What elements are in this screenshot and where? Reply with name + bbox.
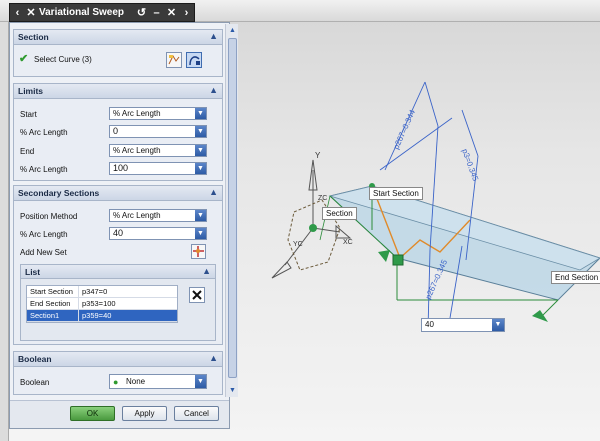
list-subgroup-header[interactable]: List ▲ — [21, 265, 215, 279]
section-label: Section — [322, 207, 357, 220]
boolean-label: Boolean — [20, 378, 50, 387]
list-item-value: p353=100 — [82, 299, 116, 308]
arc-length-onscreen-value: 40 — [425, 320, 434, 329]
boolean-none-icon: ● — [113, 377, 119, 387]
chevron-down-icon[interactable]: ▼ — [195, 228, 206, 239]
secondary-arc-length-input[interactable]: 40 ▼ — [109, 227, 207, 240]
collapse-caret-icon[interactable]: ▲ — [209, 353, 218, 363]
chevron-down-icon[interactable]: ▼ — [195, 108, 206, 119]
end-arc-length-label: % Arc Length — [20, 165, 68, 174]
boolean-select[interactable]: ● None ▼ — [109, 374, 207, 389]
collapse-caret-icon[interactable]: ▲ — [209, 31, 218, 41]
list-item-value: p347=0 — [82, 287, 108, 296]
arc-length-onscreen-input[interactable]: 40 ▼ — [421, 318, 505, 332]
list-item-name: End Section — [27, 298, 79, 309]
secondary-sections-group: Secondary Sections ▲ Position Method % A… — [13, 185, 223, 345]
chevron-down-icon[interactable]: ▼ — [492, 319, 504, 331]
list-subgroup: List ▲ Start Section p347=0 End Section … — [20, 264, 216, 341]
end-option-select[interactable]: % Arc Length ▼ — [109, 144, 207, 157]
start-arc-length-value: 0 — [113, 126, 119, 136]
section-handle — [392, 254, 404, 266]
start-section-label: Start Section — [369, 187, 423, 200]
forward-arrow-icon[interactable]: › — [179, 4, 194, 21]
chevron-down-icon[interactable]: ▼ — [195, 145, 206, 156]
list-subgroup-title: List — [25, 266, 41, 277]
cancel-button[interactable]: Cancel — [174, 406, 219, 421]
checkmark-icon: ✔ — [19, 53, 29, 65]
add-new-set-label: Add New Set — [20, 248, 67, 257]
end-section-label: End Section — [551, 271, 600, 284]
dialog-title: Variational Sweep — [39, 7, 125, 18]
sections-list[interactable]: Start Section p347=0 End Section p353=10… — [26, 285, 178, 323]
remove-section-icon[interactable] — [189, 287, 205, 303]
secondary-arc-length-label: % Arc Length — [20, 230, 68, 239]
collapse-caret-icon[interactable]: ▲ — [202, 266, 211, 276]
scroll-thumb[interactable] — [228, 38, 237, 378]
chevron-down-icon[interactable]: ▼ — [195, 210, 206, 221]
boolean-group-header[interactable]: Boolean ▲ — [14, 352, 222, 367]
dialog-scrollbar[interactable]: ▲ ▼ — [225, 24, 238, 397]
list-item-selected[interactable]: Section1 p359=40 — [27, 310, 177, 322]
position-method-label: Position Method — [20, 212, 78, 221]
list-item-value: p359=40 — [82, 311, 112, 320]
apply-button[interactable]: Apply — [122, 406, 167, 421]
dialog-titlebar[interactable]: ‹ ✕ Variational Sweep ↺ – ✕ › — [9, 3, 195, 22]
secondary-sections-title: Secondary Sections — [18, 188, 100, 198]
secondary-sections-header[interactable]: Secondary Sections ▲ — [14, 186, 222, 201]
list-item-name: Start Section — [27, 286, 79, 297]
start-option-value: % Arc Length — [113, 109, 161, 118]
list-item-name: Section1 — [27, 310, 79, 321]
chevron-down-icon[interactable]: ▼ — [195, 126, 206, 137]
dialog-icon: ✕ — [26, 7, 36, 19]
axis-yc-label: YC — [293, 241, 303, 248]
back-arrow-icon[interactable]: ‹ — [10, 4, 25, 21]
start-label: Start — [20, 110, 37, 119]
secondary-arc-length-value: 40 — [113, 228, 124, 238]
boolean-group: Boolean ▲ Boolean ● None ▼ — [13, 351, 223, 395]
curve-rule-icon[interactable] — [166, 52, 182, 68]
list-item[interactable]: Start Section p347=0 — [27, 286, 177, 298]
start-arc-length-label: % Arc Length — [20, 128, 68, 137]
select-section-icon[interactable] — [186, 52, 202, 68]
dimension-label-1: p267=0.344 — [392, 108, 418, 151]
limits-group: Limits ▲ Start % Arc Length ▼ % Arc Leng… — [13, 83, 223, 181]
axis-xc-label: XC — [343, 239, 353, 246]
reset-icon[interactable]: ↺ — [134, 4, 149, 21]
axis-zc-label: ZC — [318, 195, 327, 202]
limits-group-title: Limits — [18, 86, 44, 96]
section-group-header[interactable]: Section ▲ — [14, 30, 222, 45]
collapse-caret-icon[interactable]: ▲ — [209, 187, 218, 197]
axis-y-label: Y — [315, 151, 321, 160]
minimize-icon[interactable]: – — [149, 4, 164, 21]
list-item[interactable]: End Section p353=100 — [27, 298, 177, 310]
section-group-title: Section — [18, 32, 49, 42]
start-option-select[interactable]: % Arc Length ▼ — [109, 107, 207, 120]
scroll-up-icon[interactable]: ▲ — [227, 25, 238, 36]
collapse-caret-icon[interactable]: ▲ — [209, 85, 218, 95]
position-method-select[interactable]: % Arc Length ▼ — [109, 209, 207, 222]
end-label: End — [20, 147, 35, 156]
select-curve-label[interactable]: Select Curve (3) — [34, 55, 92, 64]
section-group: Section ▲ ✔ Select Curve (3) — [13, 29, 223, 77]
end-arc-length-value: 100 — [113, 163, 129, 173]
close-icon[interactable]: ✕ — [164, 4, 179, 21]
end-option-value: % Arc Length — [113, 146, 161, 155]
scroll-down-icon[interactable]: ▼ — [227, 385, 238, 396]
boolean-group-title: Boolean — [18, 354, 52, 364]
chevron-down-icon[interactable]: ▼ — [195, 375, 206, 388]
add-new-set-icon[interactable] — [191, 244, 206, 259]
end-arc-length-input[interactable]: 100 ▼ — [109, 162, 207, 175]
boolean-value: None — [126, 377, 146, 386]
chevron-down-icon[interactable]: ▼ — [195, 163, 206, 174]
position-method-value: % Arc Length — [113, 211, 161, 220]
ok-button[interactable]: OK — [70, 406, 115, 421]
start-arc-length-input[interactable]: 0 ▼ — [109, 125, 207, 138]
limits-group-header[interactable]: Limits ▲ — [14, 84, 222, 99]
variational-sweep-dialog: Section ▲ ✔ Select Curve (3) Limits ▲ St… — [9, 22, 238, 429]
